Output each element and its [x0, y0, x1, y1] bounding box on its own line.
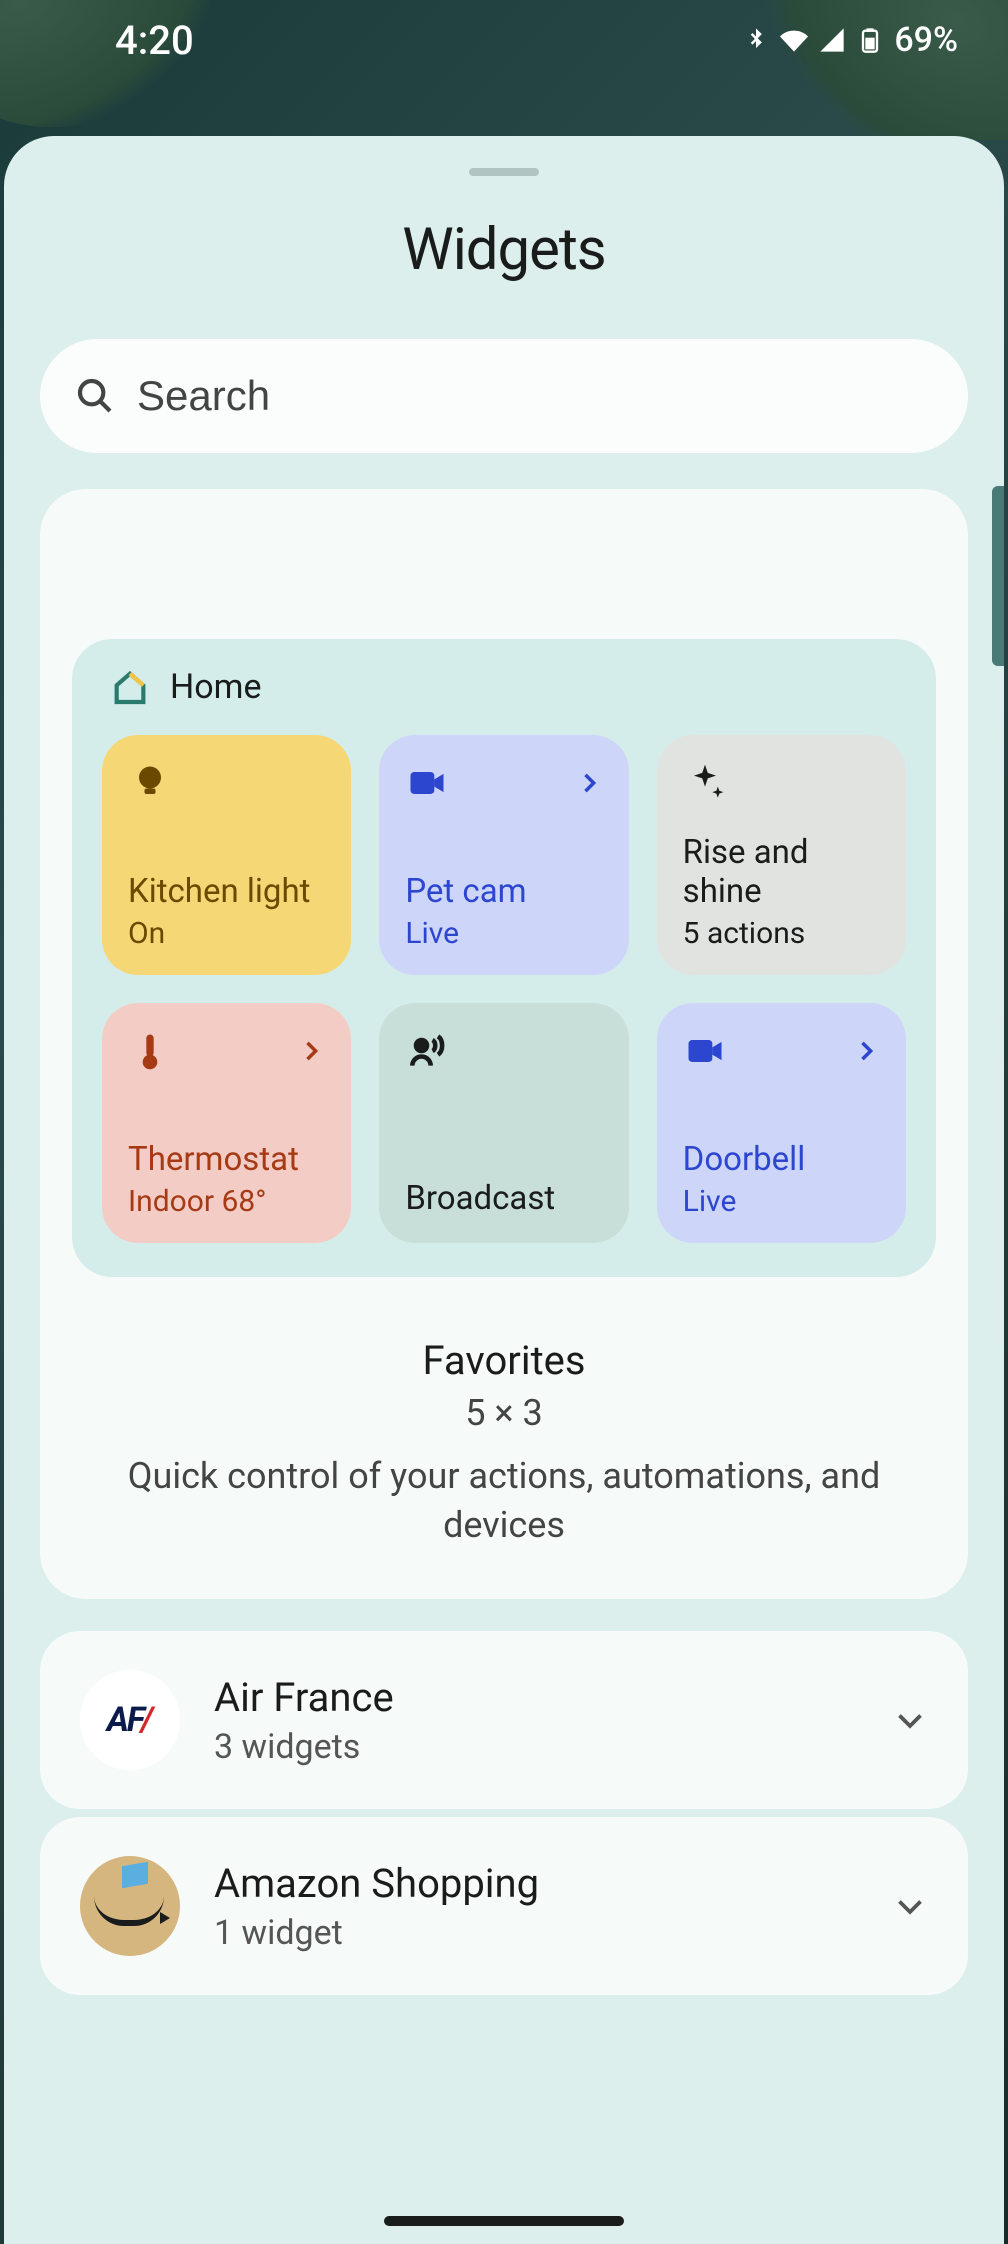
- featured-widget-size: 5 × 3: [72, 1392, 936, 1434]
- chevron-down-icon: [892, 1888, 928, 1924]
- status-time: 4:20: [50, 17, 194, 64]
- camera-icon: [683, 1029, 727, 1073]
- home-app-icon: [110, 667, 150, 707]
- tile-title: Kitchen light: [128, 872, 325, 912]
- nav-handle[interactable]: [384, 2216, 624, 2226]
- tile-sub: On: [128, 916, 325, 951]
- tile-pet-cam[interactable]: Pet cam Live: [379, 735, 628, 975]
- tile-sub: Indoor 68°: [128, 1184, 325, 1219]
- home-widget-label: Home: [170, 667, 262, 707]
- tile-rise-shine[interactable]: Rise and shine 5 actions: [657, 735, 906, 975]
- tile-title: Thermostat: [128, 1140, 325, 1180]
- app-widget-count: 3 widgets: [214, 1727, 858, 1767]
- chevron-right-icon: [575, 769, 603, 797]
- bulb-icon: [128, 761, 172, 805]
- air-france-icon: AF /: [80, 1670, 180, 1770]
- app-row-air-france[interactable]: AF / Air France 3 widgets: [40, 1631, 968, 1809]
- wifi-icon: [780, 26, 808, 54]
- featured-widget-card[interactable]: Home Kitchen light On Pet cam Live: [40, 489, 968, 1599]
- chevron-right-icon: [852, 1037, 880, 1065]
- amazon-icon: [80, 1856, 180, 1956]
- chevron-down-icon: [892, 1702, 928, 1738]
- tile-sub: 5 actions: [683, 916, 880, 951]
- tile-kitchen-light[interactable]: Kitchen light On: [102, 735, 351, 975]
- featured-widget-name: Favorites: [72, 1337, 936, 1384]
- tile-title: Pet cam: [405, 872, 602, 912]
- camera-icon: [405, 761, 449, 805]
- tile-title: Rise and shine: [683, 833, 880, 912]
- cellular-icon: [818, 26, 846, 54]
- search-icon: [75, 376, 115, 416]
- status-bar: 4:20 69%: [0, 0, 1008, 80]
- tile-sub: Live: [683, 1184, 880, 1219]
- tile-thermostat[interactable]: Thermostat Indoor 68°: [102, 1003, 351, 1243]
- app-widget-count: 1 widget: [214, 1913, 858, 1953]
- scroll-indicator[interactable]: [992, 486, 1004, 666]
- broadcast-icon: [405, 1029, 449, 1073]
- home-widget-preview: Home Kitchen light On Pet cam Live: [72, 639, 936, 1277]
- search-input[interactable]: [137, 372, 933, 420]
- sparkle-icon: [683, 761, 727, 805]
- app-name: Amazon Shopping: [214, 1860, 858, 1907]
- battery-percent: 69%: [894, 20, 958, 60]
- tile-sub: Live: [405, 916, 602, 951]
- chevron-right-icon: [297, 1037, 325, 1065]
- widgets-panel: Widgets Home Kitchen light On: [4, 136, 1004, 2244]
- search-bar[interactable]: [40, 339, 968, 453]
- drag-handle[interactable]: [469, 168, 539, 176]
- app-name: Air France: [214, 1674, 858, 1721]
- tile-title: Broadcast: [405, 1179, 602, 1219]
- bluetooth-icon: [742, 26, 770, 54]
- tile-title: Doorbell: [683, 1140, 880, 1180]
- tile-doorbell[interactable]: Doorbell Live: [657, 1003, 906, 1243]
- status-indicators: 69%: [742, 20, 958, 60]
- tile-broadcast[interactable]: Broadcast: [379, 1003, 628, 1243]
- app-row-amazon[interactable]: Amazon Shopping 1 widget: [40, 1817, 968, 1995]
- panel-title: Widgets: [40, 216, 968, 284]
- battery-icon: [856, 26, 884, 54]
- thermometer-icon: [128, 1029, 172, 1073]
- featured-widget-desc: Quick control of your actions, automatio…: [72, 1452, 936, 1549]
